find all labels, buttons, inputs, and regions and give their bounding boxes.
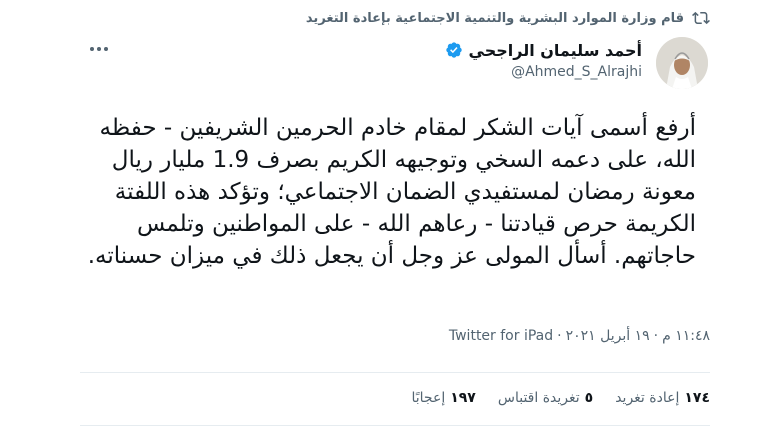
quotes-label: تغريدة اقتباس	[497, 390, 580, 406]
tweet-source[interactable]: Twitter for iPad	[449, 328, 553, 344]
avatar-image	[656, 37, 708, 89]
author-handle[interactable]: @Ahmed_S_Alrajhi	[445, 64, 642, 80]
likes-label: إعجابًا	[411, 390, 446, 406]
tweet-date[interactable]: ١٩ أبريل ٢٠٢١	[566, 328, 650, 344]
quotes-count: ٥	[584, 390, 594, 406]
quotes-stat[interactable]: ٥ تغريدة اقتباس	[498, 390, 593, 406]
retweets-count: ١٧٤	[684, 390, 710, 406]
retweet-label: قام وزارة الموارد البشرية والتنمية الاجت…	[305, 10, 684, 26]
meta-separator: ·	[557, 328, 562, 344]
tweet-meta: ١١:٤٨ م · ١٩ أبريل ٢٠٢١ · Twitter for iP…	[449, 328, 710, 344]
author-name[interactable]: أحمد سليمان الراجحي	[469, 41, 643, 60]
divider	[80, 372, 710, 373]
retweet-icon	[692, 11, 710, 25]
retweets-label: إعادة تغريد	[615, 390, 680, 406]
avatar[interactable]	[656, 37, 708, 89]
retweet-context[interactable]: قام وزارة الموارد البشرية والتنمية الاجت…	[306, 8, 710, 28]
divider	[80, 425, 710, 426]
author-block[interactable]: أحمد سليمان الراجحي @Ahmed_S_Alrajhi	[445, 38, 643, 80]
tweet-card: قام وزارة الموارد البشرية والتنمية الاجت…	[80, 0, 710, 448]
verified-badge-icon	[445, 42, 462, 58]
likes-count: ١٩٧	[450, 390, 476, 406]
meta-separator: ·	[653, 328, 659, 344]
tweet-text: أرفع أسمى آيات الشكر لمقام خادم الحرمين …	[87, 115, 696, 269]
retweets-stat[interactable]: ١٧٤ إعادة تغريد	[615, 390, 710, 406]
likes-stat[interactable]: ١٩٧ إعجابًا	[412, 390, 476, 406]
more-options-icon[interactable]	[88, 42, 110, 56]
tweet-stats: ١٧٤ إعادة تغريد ٥ تغريدة اقتباس ١٩٧ إعجا…	[412, 390, 711, 406]
tweet-time[interactable]: ١١:٤٨ م	[662, 328, 710, 344]
